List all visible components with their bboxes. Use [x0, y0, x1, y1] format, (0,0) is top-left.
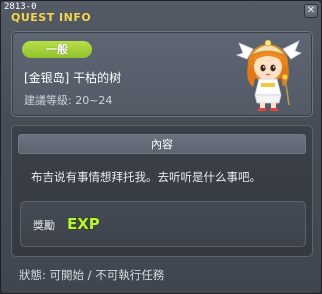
close-icon: ✕ — [306, 5, 316, 16]
exp-icon: EXP — [66, 214, 100, 233]
description-text: 布吉说有事情想拜托我。去听听是什么事吧。 — [31, 170, 261, 184]
window-title: QUEST INFO — [11, 11, 92, 24]
quest-info-window: 2813-0 QUEST INFO ✕ 一般 [金银岛] 干枯的树 建議等級: … — [0, 0, 322, 294]
description-header: 內容 — [18, 134, 306, 154]
reward-label: 獎勵 — [33, 219, 55, 232]
quest-description-panel: 內容 布吉说有事情想拜托我。去听听是什么事吧。 獎勵 EXP — [11, 125, 313, 257]
reward-box: 獎勵 EXP — [20, 201, 306, 247]
quest-title: [金银岛] 干枯的树 — [24, 71, 122, 85]
recommended-level: 建議等級: 20~24 — [24, 94, 113, 107]
npc-portrait — [235, 39, 302, 111]
svg-text:EXP: EXP — [67, 215, 100, 233]
quest-category-badge: 一般 — [22, 41, 92, 58]
close-button[interactable]: ✕ — [304, 4, 318, 18]
quest-status: 狀態: 可開始 / 不可執行任務 — [19, 268, 165, 282]
